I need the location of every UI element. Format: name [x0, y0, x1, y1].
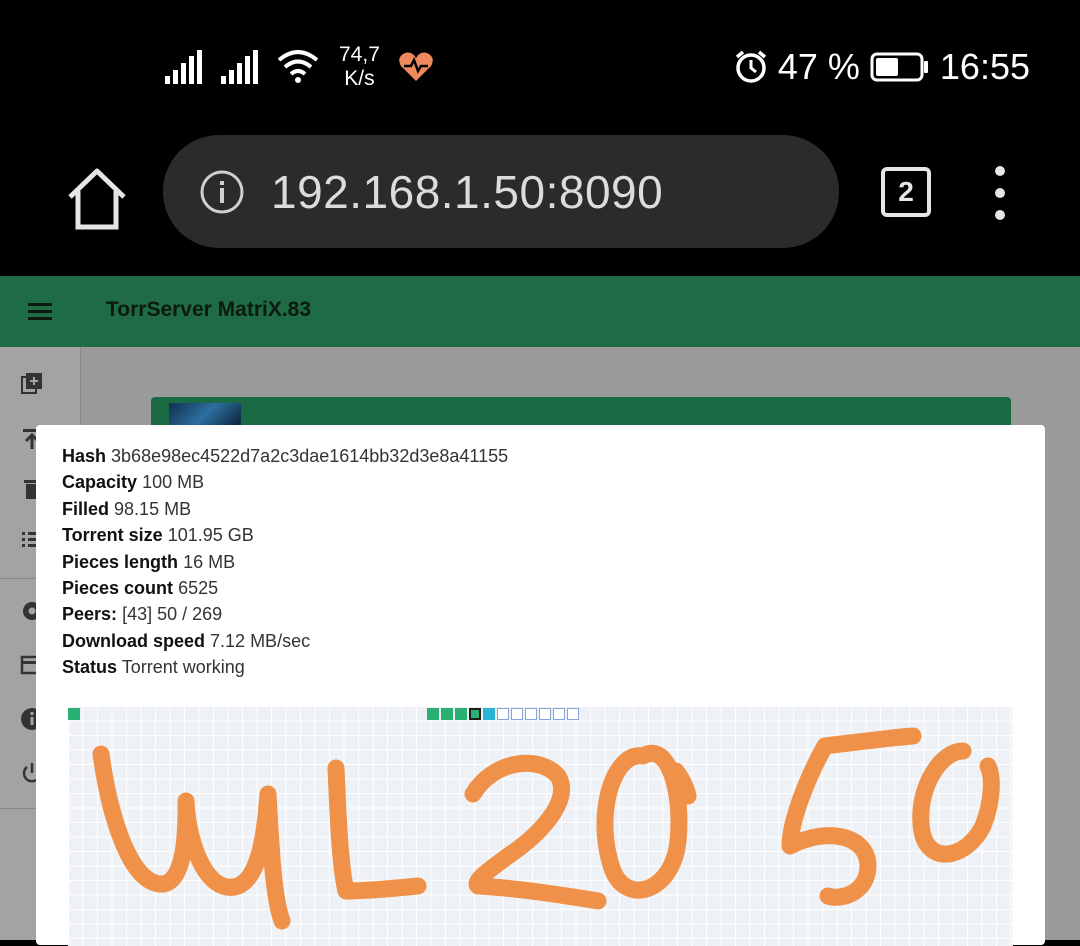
- clock: 16:55: [939, 46, 1030, 87]
- filled-label: Filled: [62, 498, 110, 519]
- alarm-icon: [735, 50, 766, 83]
- app-title: TorrServer MatriX.83: [106, 298, 312, 321]
- pieces-count-label: Pieces count: [62, 578, 174, 599]
- torrent-size-label: Torrent size: [62, 525, 163, 546]
- battery-icon: [870, 52, 928, 82]
- hash-row: Hash 3b68e98ec4522d7a2c3dae1614bb32d3e8a…: [62, 443, 508, 469]
- download-speed-label: Download speed: [62, 630, 206, 651]
- torrent-cache-dialog: Hash 3b68e98ec4522d7a2c3dae1614bb32d3e8a…: [36, 425, 1045, 946]
- overflow-menu-icon[interactable]: [985, 165, 1015, 221]
- url-text[interactable]: 192.168.1.50:8090: [271, 165, 663, 219]
- net-speed-unit: K/s: [344, 67, 375, 90]
- tab-count: 2: [898, 176, 914, 207]
- hamburger-menu-icon[interactable]: [28, 298, 52, 326]
- app-bar: TorrServer MatriX.83: [0, 276, 1080, 347]
- status-bar: 74,7 K/s 47 % 16:55: [0, 0, 1080, 135]
- torrent-info: Hash 3b68e98ec4522d7a2c3dae1614bb32d3e8a…: [62, 443, 508, 681]
- status-row: Status Torrent working: [62, 654, 508, 680]
- site-info-icon[interactable]: [199, 169, 245, 215]
- status-left-icons: 74,7 K/s: [165, 40, 434, 94]
- torrent-size-row: Torrent size 101.95 GB: [62, 522, 508, 548]
- home-icon[interactable]: [62, 163, 132, 233]
- signal-icon-2: [221, 50, 258, 84]
- net-speed: 74,7 K/s: [339, 43, 380, 91]
- download-speed-row: Download speed 7.12 MB/sec: [62, 628, 508, 654]
- cache-map: [68, 706, 1013, 946]
- add-torrent-icon[interactable]: [20, 371, 44, 395]
- battery-percent: 47 %: [777, 46, 860, 87]
- peers-row: Peers: [43] 50 / 269: [62, 601, 508, 627]
- browser-toolbar: 192.168.1.50:8090 2: [0, 135, 1080, 276]
- pieces-count-value: 6525: [178, 578, 219, 599]
- status-right-icons: 47 % 16:55: [734, 40, 1030, 94]
- signal-icon: [165, 50, 202, 84]
- status-label: Status: [62, 657, 118, 678]
- capacity-row: Capacity 100 MB: [62, 469, 508, 495]
- hash-label: Hash: [62, 446, 107, 466]
- pieces-length-row: Pieces length 16 MB: [62, 549, 508, 575]
- wifi-icon: [277, 50, 319, 83]
- pieces-length-value: 16 MB: [183, 551, 236, 572]
- tab-switcher-button[interactable]: 2: [881, 167, 931, 217]
- handwritten-scribble: [92, 727, 1000, 930]
- download-speed-value: 7.12 MB/sec: [210, 630, 311, 651]
- status-value: Torrent working: [121, 657, 245, 678]
- hash-value: 3b68e98ec4522d7a2c3dae1614bb32d3e8a41155: [111, 446, 509, 466]
- net-speed-value: 74,7: [339, 43, 380, 66]
- peers-label: Peers:: [62, 604, 118, 625]
- capacity-value: 100 MB: [142, 472, 205, 493]
- peers-value: [43] 50 / 269: [122, 604, 223, 625]
- address-bar[interactable]: 192.168.1.50:8090: [163, 135, 839, 248]
- torrent-poster-image: [169, 403, 241, 427]
- torrent-size-value: 101.95 GB: [167, 525, 254, 546]
- filled-value: 98.15 MB: [114, 498, 192, 519]
- capacity-label: Capacity: [62, 472, 138, 493]
- health-heart-icon: [399, 52, 433, 81]
- pieces-length-label: Pieces length: [62, 551, 179, 572]
- filled-row: Filled 98.15 MB: [62, 496, 508, 522]
- pieces-count-row: Pieces count 6525: [62, 575, 508, 601]
